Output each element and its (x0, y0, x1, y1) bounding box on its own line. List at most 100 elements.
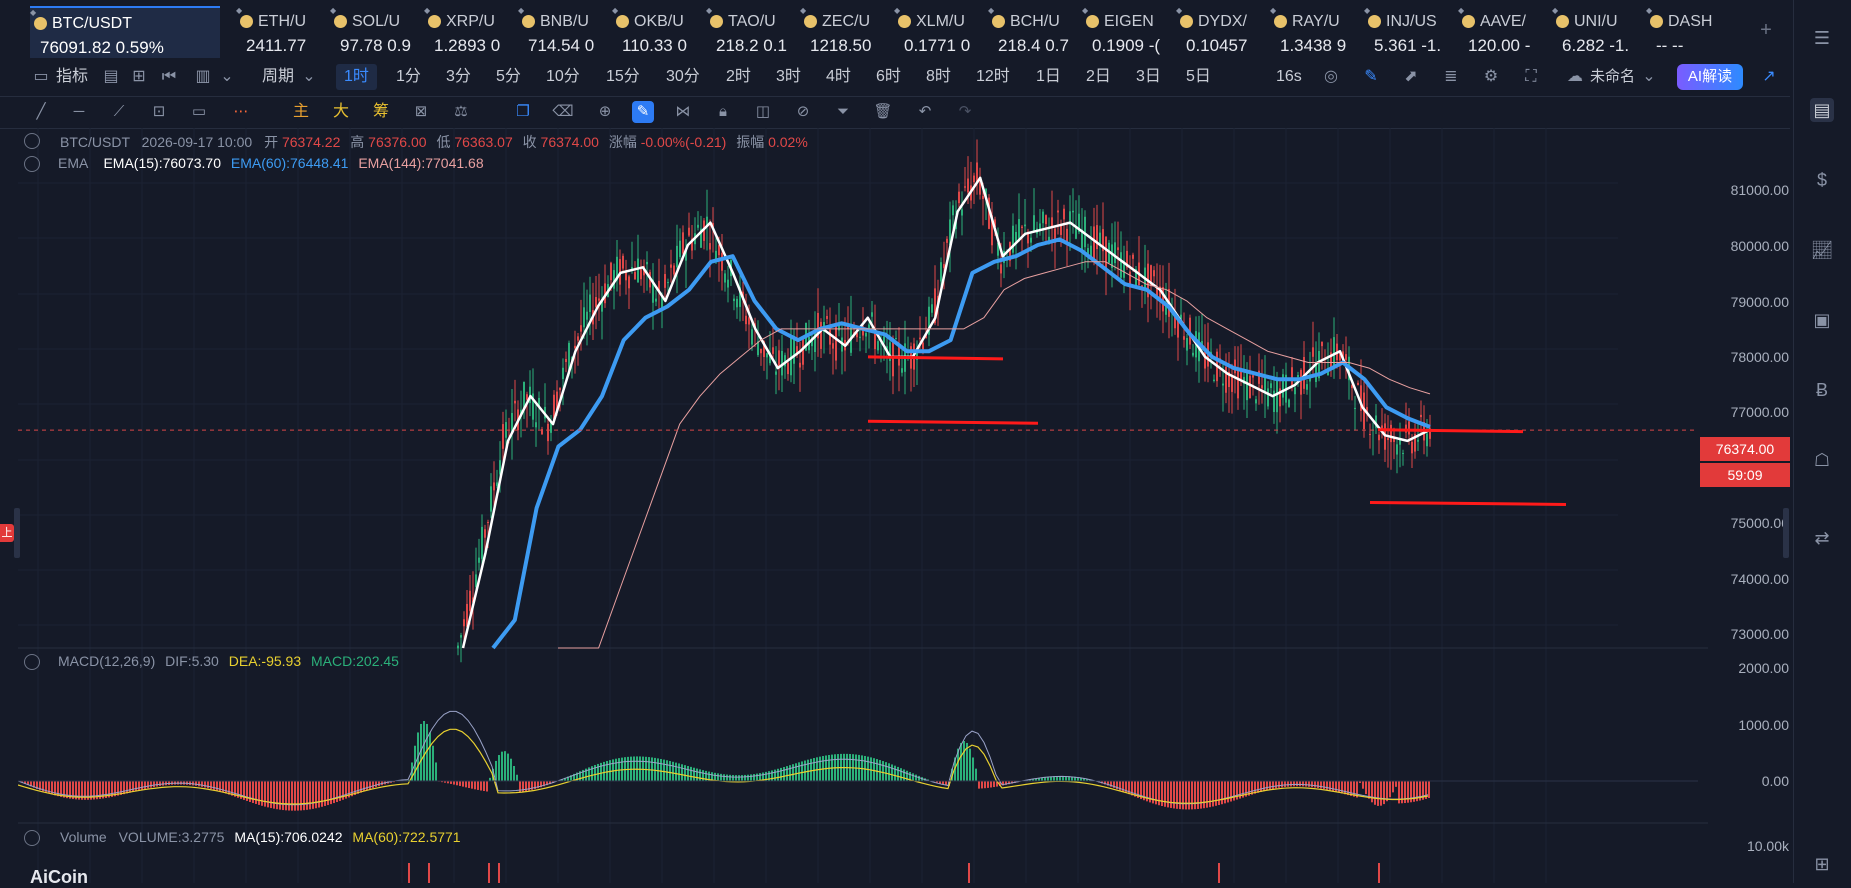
pin-icon[interactable]: ◆ (894, 6, 902, 14)
ticker-item[interactable]: ◆DYDX/0.10457 (1176, 6, 1264, 56)
pin-icon[interactable]: ◆ (424, 6, 432, 14)
interval-tab[interactable]: 5日 (1186, 64, 1211, 90)
exchange-icon[interactable]: ⇄ (1810, 526, 1834, 550)
price-chart[interactable] (18, 128, 1708, 883)
pin-icon[interactable]: ◆ (1082, 6, 1090, 14)
hide-icon[interactable]: ⊘ (792, 101, 814, 123)
chevron-down-icon[interactable]: ⌄ (300, 68, 318, 86)
interval-tab[interactable]: 3时 (776, 64, 801, 90)
pin-icon[interactable]: ◆ (612, 6, 620, 14)
ai-interpret-button[interactable]: AI解读 (1677, 64, 1743, 90)
pin-icon[interactable]: ◆ (1458, 6, 1466, 14)
redo-icon[interactable]: ↷ (954, 101, 976, 123)
chart-type-icon[interactable]: ▥ (194, 68, 212, 86)
pin-icon[interactable]: ◆ (1176, 6, 1184, 14)
pin-icon[interactable]: ◆ (1552, 6, 1560, 14)
interval-tab[interactable]: 3分 (446, 64, 471, 90)
lock-icon[interactable]: 🔒︎ (712, 101, 734, 123)
draw-mode-icon[interactable]: ✎ (632, 101, 654, 123)
ticker-item[interactable]: ◆INJ/US5.361 -1. (1364, 6, 1452, 56)
pen-icon[interactable]: ✎ (1362, 68, 1380, 86)
pattern-icon[interactable]: ⊠ (410, 101, 432, 123)
chevron-down-icon[interactable]: ⌄ (218, 68, 236, 86)
ticker-item[interactable]: ◆UNI/U6.282 -1. (1552, 6, 1640, 56)
interval-tab[interactable]: 2时 (726, 64, 751, 90)
camera-icon[interactable]: ◎ (1322, 68, 1340, 86)
btc-icon[interactable]: Ƀ (1810, 378, 1834, 402)
fullscreen-icon[interactable]: ⛶ (1522, 68, 1540, 86)
pin-icon[interactable]: ◆ (800, 6, 808, 14)
ticker-item[interactable]: ◆RAY/U1.3438 9 (1270, 6, 1358, 56)
layout-name-dropdown[interactable]: 未命名 (1590, 64, 1635, 90)
interval-tab[interactable]: 3日 (1136, 64, 1161, 90)
layout-icon[interactable]: ⊞ (130, 68, 148, 86)
chip-button[interactable]: 筹 (370, 101, 392, 123)
indicator-icon[interactable]: ▭ (32, 68, 50, 86)
horizontal-line-icon[interactable]: ─ (68, 101, 90, 123)
main-indicator-button[interactable]: 主 (290, 101, 312, 123)
document-icon[interactable]: ▤ (1810, 98, 1834, 122)
left-panel-handle[interactable] (14, 508, 20, 558)
template-icon[interactable]: ▤ (102, 68, 120, 86)
pin-icon[interactable]: ◆ (30, 8, 38, 16)
pin-icon[interactable]: ◆ (518, 6, 526, 14)
replay-icon[interactable]: ⏮ (160, 68, 178, 86)
collapse-icon[interactable] (24, 830, 40, 846)
interval-tab[interactable]: 1分 (396, 64, 421, 90)
ticker-item[interactable]: ◆TAO/U218.2 0.1 (706, 6, 794, 56)
pin-icon[interactable]: ◆ (1646, 6, 1654, 14)
magnet-icon[interactable]: ⋈ (672, 101, 694, 123)
ticker-item[interactable]: ◆SOL/U97.78 0.9 (330, 6, 418, 56)
ticker-item[interactable]: ◆OKB/U110.33 0 (612, 6, 700, 56)
interval-tab[interactable]: 8时 (926, 64, 951, 90)
trendline-icon[interactable]: ╱ (30, 101, 52, 123)
right-panel-handle[interactable] (1783, 508, 1789, 558)
undo-icon[interactable]: ↶ (914, 101, 936, 123)
left-tag[interactable]: 上 (0, 524, 14, 542)
robot-icon[interactable]: ☖ (1810, 448, 1834, 472)
interval-tab[interactable]: 6时 (876, 64, 901, 90)
ticker-item[interactable]: ◆BTC/USDT76091.82 0.59% (30, 6, 220, 58)
ticker-item[interactable]: ◆ZEC/U1218.50 (800, 6, 888, 56)
chevron-down-icon[interactable]: ⌄ (1640, 68, 1658, 86)
interval-tab[interactable]: 4时 (826, 64, 851, 90)
ticker-item[interactable]: ◆XLM/U0.1771 0 (894, 6, 982, 56)
collapse-icon[interactable] (24, 156, 40, 172)
indicators-button[interactable]: 指标 (56, 64, 88, 90)
ticker-item[interactable]: ◆AAVE/120.00 - (1458, 6, 1546, 56)
collapse-icon[interactable] (24, 133, 40, 149)
list-icon[interactable]: ≣ (1442, 68, 1460, 86)
interval-tab[interactable]: 12时 (976, 64, 1010, 90)
trend-icon[interactable]: ↗ (1760, 68, 1778, 86)
interval-tab[interactable]: 10分 (546, 64, 580, 90)
apps-icon[interactable]: ⊞ (1810, 852, 1834, 876)
interval-tab[interactable]: 30分 (666, 64, 700, 90)
pin-icon[interactable]: ◆ (236, 6, 244, 14)
interval-tab[interactable]: 5分 (496, 64, 521, 90)
pin-icon[interactable]: ◆ (706, 6, 714, 14)
dollar-icon[interactable]: $ (1810, 168, 1834, 192)
pin-icon[interactable]: ◆ (1364, 6, 1372, 14)
ticker-item[interactable]: ◆EIGEN0.1909 -( (1082, 6, 1170, 56)
copy-icon[interactable]: ❐ (512, 101, 534, 123)
visibility-icon[interactable]: ◫ (752, 101, 774, 123)
eraser-icon[interactable]: ⌫ (552, 101, 574, 123)
interval-tab[interactable]: 1日 (1036, 64, 1061, 90)
chart-icon[interactable]: 📈︎ (1810, 238, 1834, 262)
ticker-item[interactable]: ◆DASH-- -- (1646, 6, 1734, 56)
share-icon[interactable]: ⬈ (1402, 68, 1420, 86)
pin-icon[interactable]: ◆ (988, 6, 996, 14)
zoom-icon[interactable]: ⊕ (594, 101, 616, 123)
ticker-item[interactable]: ◆BCH/U218.4 0.7 (988, 6, 1076, 56)
interval-tab[interactable]: 2日 (1086, 64, 1111, 90)
big-order-button[interactable]: 大 (330, 101, 352, 123)
menu-icon[interactable]: ☰ (1810, 26, 1834, 50)
interval-tab[interactable]: 15分 (606, 64, 640, 90)
cloud-icon[interactable]: ☁ (1566, 68, 1584, 86)
period-dropdown[interactable]: 周期 (262, 64, 294, 90)
ticker-item[interactable]: ◆ETH/U2411.77 (236, 6, 324, 56)
ruler-icon[interactable]: ⚖ (450, 101, 472, 123)
pin-icon[interactable]: ◆ (330, 6, 338, 14)
add-tab-icon[interactable]: + (1756, 20, 1776, 40)
gear-icon[interactable]: ⚙ (1482, 68, 1500, 86)
